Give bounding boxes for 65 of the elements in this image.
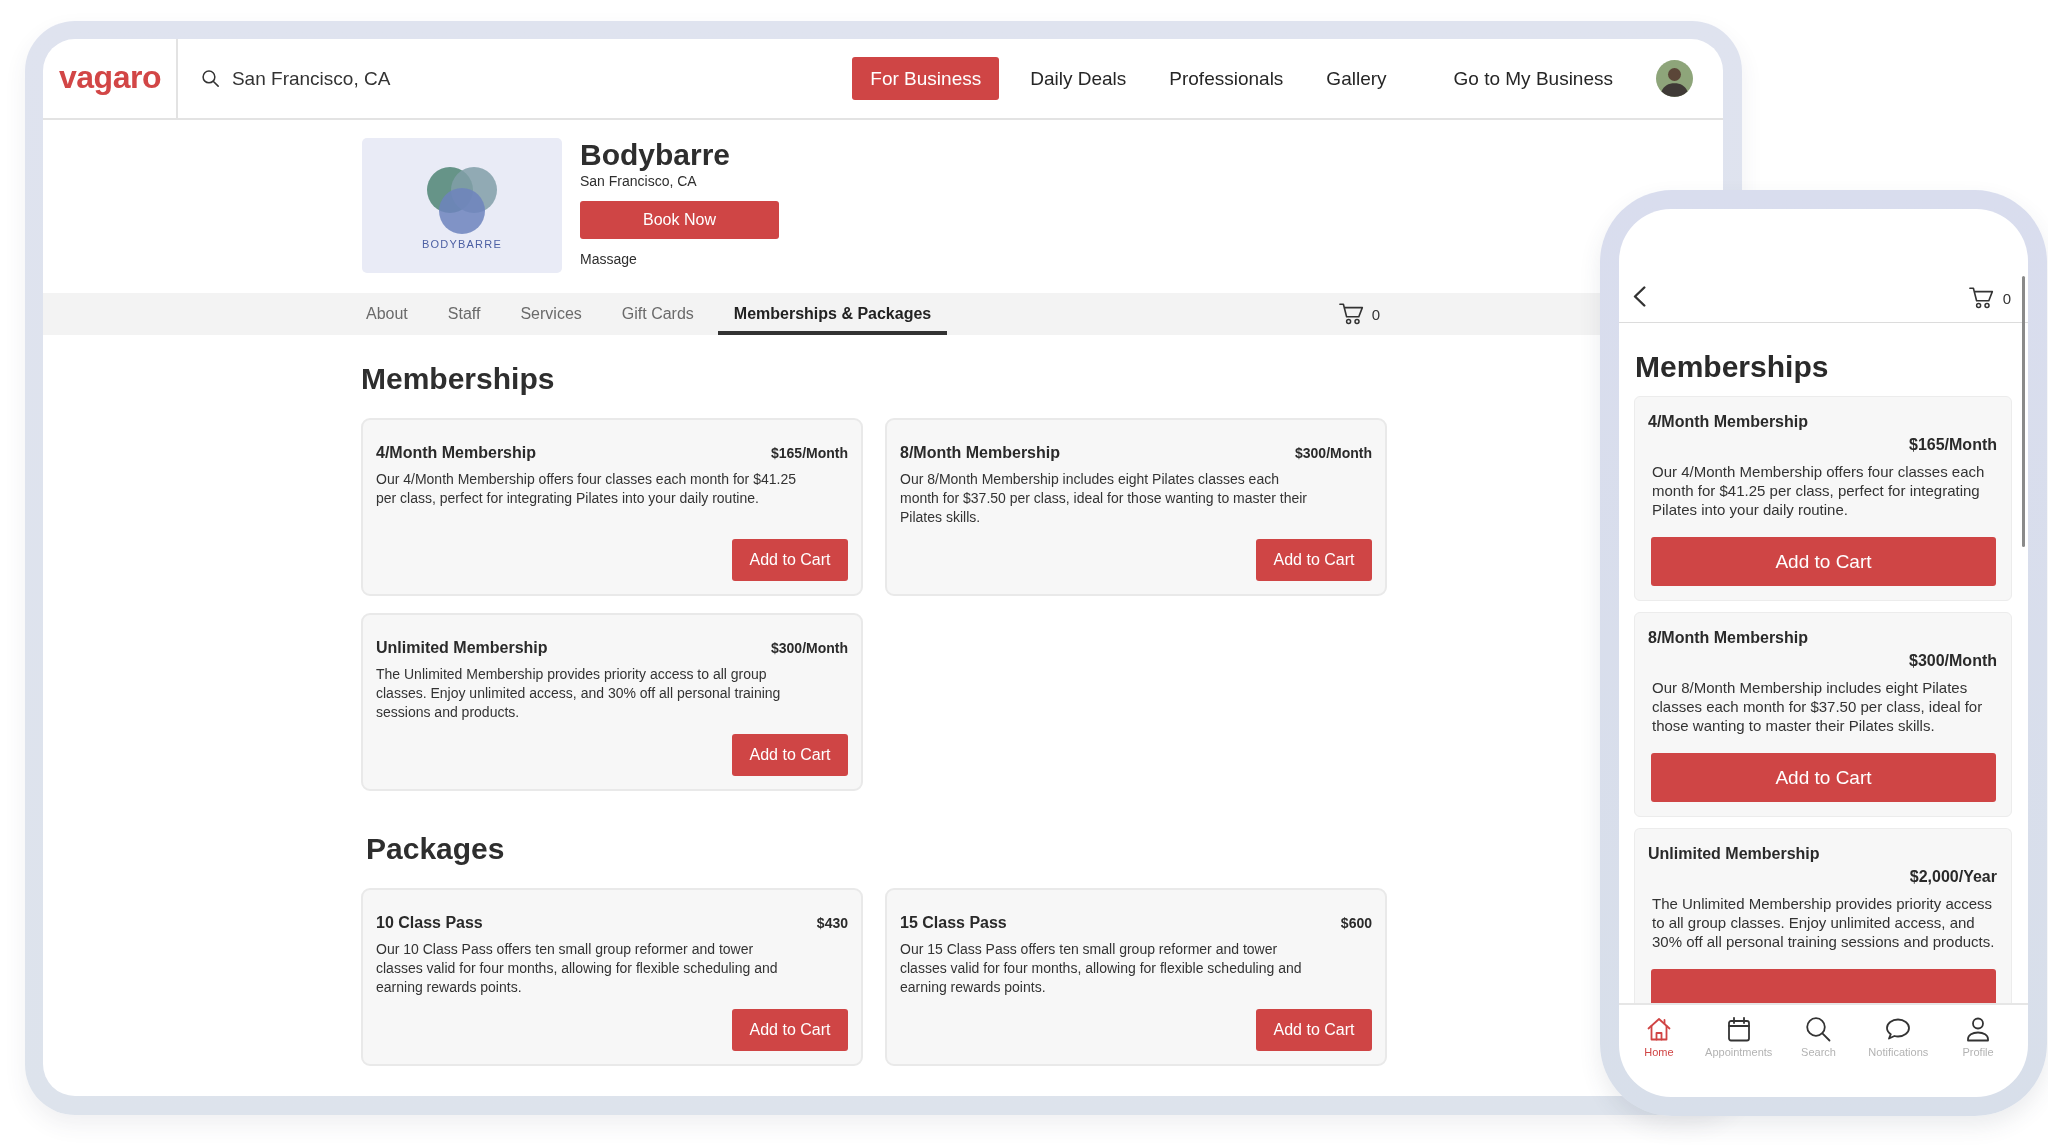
business-name: Bodybarre — [580, 138, 731, 172]
add-to-cart-button[interactable]: Add to Cart — [1651, 537, 1996, 586]
nav-link[interactable]: Gallery — [1326, 67, 1387, 90]
price-label: $2,000/Year — [1908, 867, 1997, 887]
nav-link[interactable]: Daily Deals — [1030, 67, 1127, 90]
card-description: The Unlimited Membership provides priority access to all group classes. Enjoy unlimited access, and 30% off all personal training sessions and products. — [376, 665, 782, 722]
tab[interactable]: Services — [504, 293, 598, 335]
book-now-button[interactable]: Book Now — [580, 201, 779, 239]
nav-link[interactable]: Go to My Business — [1453, 67, 1613, 90]
add-to-cart-button[interactable]: Add to Cart — [1651, 753, 1996, 802]
add-to-cart-button[interactable]: Add to Cart — [732, 734, 848, 776]
logo-text: BODYBARRE — [422, 238, 502, 251]
card-title: Unlimited Membership — [1648, 844, 1821, 864]
tab-bar-item[interactable]: Home — [1619, 1016, 1699, 1059]
price-label: $300/Month — [1295, 444, 1372, 463]
nav-button[interactable]: For Business — [852, 57, 1000, 100]
cart-icon[interactable] — [1968, 287, 1994, 309]
add-to-cart-button[interactable]: Add to Cart — [1256, 539, 1372, 581]
add-to-cart-button[interactable]: Add to Cart — [1256, 1009, 1372, 1051]
card-title: 4/Month Membership — [1648, 412, 1809, 432]
search-icon — [1805, 1016, 1832, 1042]
card-description: The Unlimited Membership provides priority access to all group classes. Enjoy unlimited access, and 30% off all personal training sessions and products. — [1651, 894, 1996, 951]
price-label: $165/Month — [771, 444, 848, 463]
card-description: Our 8/Month Membership includes eight Pilates classes each month for $37.50 per class, ideal for those wanting to master their Pilates skills. — [1651, 678, 1984, 735]
price-label: $600 — [1340, 914, 1372, 933]
card-title: 8/Month Membership — [900, 443, 1060, 463]
calendar-icon — [1725, 1016, 1752, 1042]
card-description: Our 4/Month Membership offers four classes each month for $41.25 per class, perfect for integrating Pilates into your daily routine. — [1651, 462, 1986, 519]
section-heading: Memberships — [361, 361, 556, 397]
price-label: $300/Month — [771, 639, 848, 658]
tab[interactable]: Memberships & Packages — [717, 293, 948, 335]
card-description: Our 10 Class Pass offers ten small group reformer and tower classes valid for four months, allowing for flexible scheduling and earning rewards points. — [376, 940, 779, 997]
card-description: Our 8/Month Membership includes eight Pilates classes each month for $37.50 per class, ideal for those wanting to master their Pilates skills. — [900, 470, 1308, 527]
cart-count: 0 — [2002, 289, 2011, 307]
card-description: Our 4/Month Membership offers four classes each month for $41.25 per class, perfect for integrating Pilates into your daily routine. — [376, 470, 796, 508]
card-description: Our 15 Class Pass offers ten small group reformer and tower classes valid for four months, allowing for flexible scheduling and earning rewards points. — [900, 940, 1303, 997]
card-title: Unlimited Membership — [376, 638, 548, 658]
business-category: Massage — [580, 250, 637, 268]
back-icon[interactable] — [1633, 286, 1646, 307]
speech-bubble-icon — [1885, 1016, 1912, 1042]
search-field[interactable]: San Francisco, CA — [231, 65, 422, 92]
add-to-cart-button[interactable]: Add to Cart — [732, 539, 848, 581]
tab[interactable]: Staff — [431, 293, 497, 335]
cart-count: 0 — [1371, 305, 1380, 323]
price-label: $430 — [816, 914, 848, 933]
card-title: 4/Month Membership — [376, 443, 536, 463]
tab[interactable]: About — [350, 293, 424, 335]
avatar-icon[interactable] — [1656, 60, 1693, 97]
card-title: 10 Class Pass — [376, 913, 483, 933]
home-icon — [1645, 1016, 1672, 1042]
card-title: 15 Class Pass — [900, 913, 1007, 933]
price-label: $300/Month — [1908, 651, 1997, 671]
tab[interactable]: Gift Cards — [605, 293, 710, 335]
person-icon — [1965, 1016, 1992, 1042]
cart-icon[interactable] — [1338, 303, 1364, 325]
business-location: San Francisco, CA — [580, 172, 697, 190]
overlapping-circles-icon — [426, 165, 498, 235]
card-title: 8/Month Membership — [1648, 628, 1809, 648]
brand-logo[interactable]: vagaro — [59, 58, 161, 99]
nav-link[interactable]: Professionals — [1169, 67, 1284, 90]
section-heading: Packages — [366, 831, 506, 867]
search-icon — [201, 70, 219, 87]
price-label: $165/Month — [1908, 435, 1997, 455]
add-to-cart-button[interactable]: Add to Cart — [732, 1009, 848, 1051]
page-heading: Memberships — [1635, 349, 1830, 385]
